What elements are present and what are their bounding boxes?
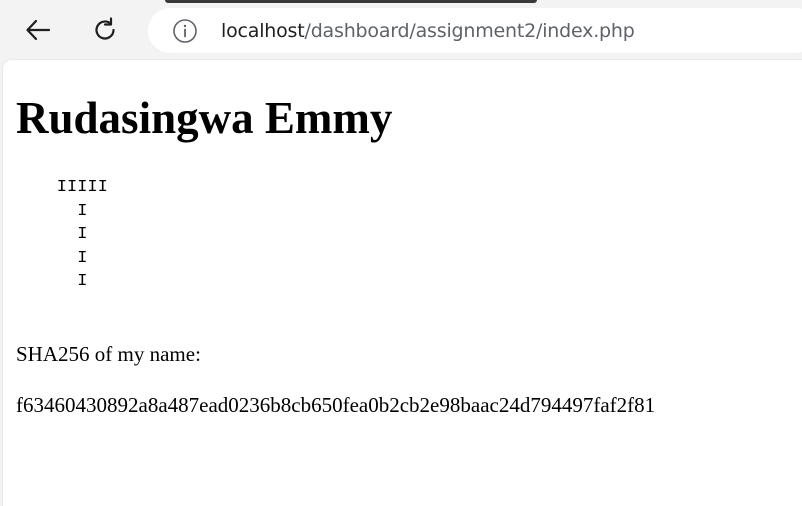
url-text[interactable]: localhost/dashboard/assignment2/index.ph… [221, 20, 635, 42]
info-icon [173, 19, 197, 43]
address-bar[interactable]: localhost/dashboard/assignment2/index.ph… [148, 8, 802, 53]
browser-toolbar: localhost/dashboard/assignment2/index.ph… [0, 0, 802, 60]
arrow-left-icon [26, 19, 51, 41]
sha-label: SHA256 of my name: [16, 342, 201, 366]
site-info-button[interactable] [172, 18, 198, 44]
page-content: Rudasingwa Emmy IIIII I I I I SHA256 of … [3, 60, 802, 506]
reload-button[interactable] [87, 12, 123, 48]
page-title: Rudasingwa Emmy [16, 93, 393, 143]
ascii-art-letter: IIIII I I I I [56, 178, 108, 291]
reload-icon [95, 17, 115, 40]
active-tab-edge [165, 0, 537, 3]
back-button[interactable] [20, 12, 56, 48]
url-host: localhost [221, 20, 305, 42]
url-path: /dashboard/assignment2/index.php [304, 20, 635, 42]
sha-value: f63460430892a8a487ead0236b8cb650fea0b2cb… [16, 393, 656, 417]
